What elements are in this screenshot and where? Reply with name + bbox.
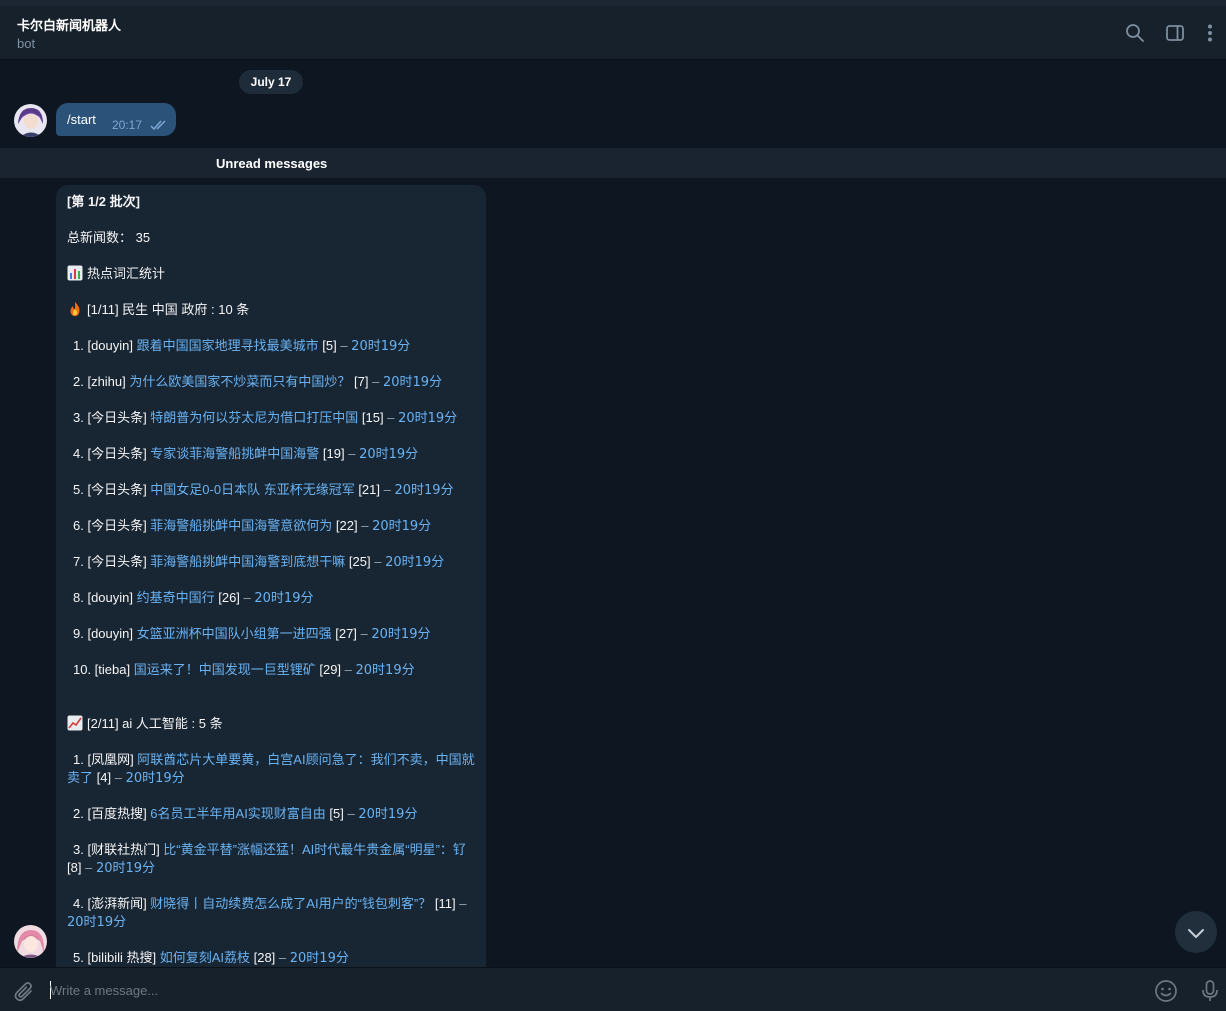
news-link[interactable]: 女篮亚洲杯中国队小组第一进四强 bbox=[137, 626, 332, 641]
total-count: 总新闻数： 35 bbox=[67, 230, 151, 245]
group-header: [1/11] 民生 中国 政府 : 10 条 bbox=[67, 301, 249, 319]
unread-label: Unread messages bbox=[216, 156, 328, 171]
news-item: 2. [zhihu] 为什么欧美国家不炒菜而只有中国炒？ [7] – 20时19… bbox=[73, 374, 443, 390]
news-link[interactable]: 国运来了！中国发现一巨型锂矿 bbox=[134, 662, 316, 677]
chat-title[interactable]: 卡尔白新闻机器人 bbox=[17, 15, 121, 34]
news-link[interactable]: 约基奇中国行 bbox=[137, 590, 215, 605]
news-item: 10. [tieba] 国运来了！中国发现一巨型锂矿 [29] – 20时19分 bbox=[73, 662, 415, 678]
news-link[interactable]: 比“黄金平替”涨幅还猛！AI时代最牛贵金属“明星”：钌 bbox=[163, 842, 466, 857]
news-item: 4. [澎湃新闻] 财晓得丨自动续费怎么成了AI用户的“钱包刺客”？ [11] … bbox=[67, 896, 467, 930]
user-avatar[interactable] bbox=[14, 104, 47, 137]
message-time: 20:17 bbox=[112, 118, 143, 132]
news-link[interactable]: 专家谈菲海警船挑衅中国海警 bbox=[150, 446, 319, 461]
news-item: 5. [今日头条] 中国女足0-0日本队 东亚杯无缘冠军 [21] – 20时1… bbox=[73, 482, 454, 498]
unread-divider: Unread messages bbox=[0, 148, 1226, 178]
incoming-message[interactable]: [第 1/2 批次] 总新闻数： 35 热点词汇统计 [1/11] 民生 中国 … bbox=[56, 185, 486, 985]
news-link[interactable]: 跟着中国国家地理寻找最美城市 bbox=[137, 338, 319, 353]
group-header: [2/11] ai 人工智能 : 5 条 bbox=[67, 715, 223, 733]
chevron-down-icon bbox=[1186, 923, 1206, 948]
news-link[interactable]: 财晓得丨自动续费怎么成了AI用户的“钱包刺客”？ bbox=[150, 896, 431, 911]
more-vertical-icon[interactable] bbox=[1200, 23, 1220, 43]
chat-subtitle: bot bbox=[17, 36, 36, 51]
double-check-icon bbox=[150, 118, 168, 136]
news-link[interactable]: 特朗普为何以芬太尼为借口打压中国 bbox=[150, 410, 358, 425]
stats-title-line: 热点词汇统计 bbox=[67, 265, 165, 283]
news-link[interactable]: 如何复刻AI荔枝 bbox=[160, 950, 250, 965]
news-link[interactable]: 中国女足0-0日本队 东亚杯无缘冠军 bbox=[150, 482, 354, 497]
news-item: 3. [今日头条] 特朗普为何以芬太尼为借口打压中国 [15] – 20时19分 bbox=[73, 410, 458, 426]
news-item: 1. [douyin] 跟着中国国家地理寻找最美城市 [5] – 20时19分 bbox=[73, 338, 411, 354]
scroll-to-bottom-button[interactable] bbox=[1175, 911, 1217, 953]
news-item: 3. [财联社热门] 比“黄金平替”涨幅还猛！AI时代最牛贵金属“明星”：钌 [… bbox=[67, 842, 466, 876]
message-composer bbox=[0, 967, 1226, 1011]
microphone-icon[interactable] bbox=[1198, 979, 1222, 1003]
search-icon[interactable] bbox=[1125, 23, 1145, 43]
news-link[interactable]: 6名员工半年用AI实现财富自由 bbox=[150, 806, 326, 821]
news-item: 7. [今日头条] 菲海警船挑衅中国海警到底想干嘛 [25] – 20时19分 bbox=[73, 554, 445, 570]
paperclip-icon[interactable] bbox=[12, 980, 36, 1004]
message-input[interactable] bbox=[50, 976, 1140, 1004]
news-item: 5. [bilibili 热搜] 如何复刻AI荔枝 [28] – 20时19分 bbox=[73, 950, 349, 966]
outgoing-message[interactable]: /start 20:17 bbox=[56, 103, 176, 136]
chart-emoji-icon bbox=[67, 265, 83, 281]
news-item: 9. [douyin] 女篮亚洲杯中国队小组第一进四强 [27] – 20时19… bbox=[73, 626, 431, 642]
news-item: 1. [凤凰网] 阿联酋芯片大单要黄，白宫AI顾问急了：我们不卖，中国就卖了 [… bbox=[67, 752, 475, 786]
sidebar-toggle-icon[interactable] bbox=[1165, 23, 1185, 43]
news-link[interactable]: 为什么欧美国家不炒菜而只有中国炒？ bbox=[129, 374, 350, 389]
news-item: 2. [百度热搜] 6名员工半年用AI实现财富自由 [5] – 20时19分 bbox=[73, 806, 418, 822]
news-item: 4. [今日头条] 专家谈菲海警船挑衅中国海警 [19] – 20时19分 bbox=[73, 446, 419, 462]
stats-title: 热点词汇统计 bbox=[87, 266, 166, 281]
bot-avatar[interactable] bbox=[14, 925, 47, 958]
message-text: /start bbox=[67, 112, 96, 127]
news-link[interactable]: 菲海警船挑衅中国海警意欲何为 bbox=[150, 518, 332, 533]
date-divider: July 17 bbox=[239, 70, 303, 94]
news-link[interactable]: 菲海警船挑衅中国海警到底想干嘛 bbox=[150, 554, 345, 569]
news-item: 8. [douyin] 约基奇中国行 [26] – 20时19分 bbox=[73, 590, 314, 606]
trend-emoji-icon bbox=[67, 715, 83, 731]
chat-header: 卡尔白新闻机器人 bot bbox=[0, 6, 1226, 60]
batch-label: [第 1/2 批次] bbox=[67, 194, 140, 209]
group-title: [2/11] ai 人工智能 : 5 条 bbox=[87, 716, 223, 731]
news-item: 6. [今日头条] 菲海警船挑衅中国海警意欲何为 [22] – 20时19分 bbox=[73, 518, 432, 534]
fire-emoji-icon bbox=[67, 301, 83, 317]
emoji-icon[interactable] bbox=[1154, 979, 1178, 1003]
group-title: [1/11] 民生 中国 政府 : 10 条 bbox=[87, 302, 250, 317]
